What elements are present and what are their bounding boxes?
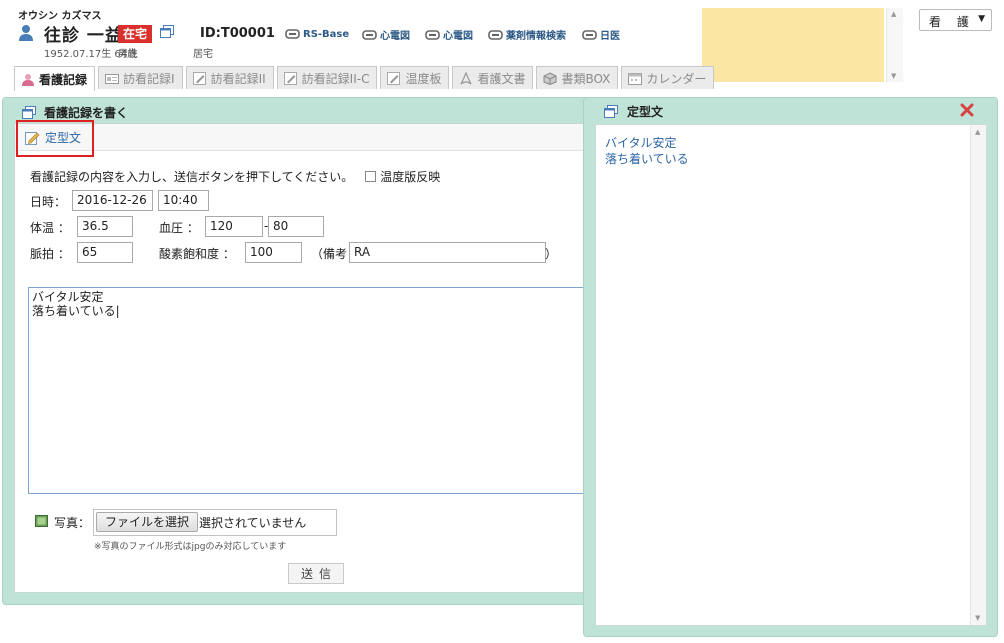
patient-kana: オウシン カズマス (18, 11, 102, 22)
patient-residence: 居宅 (193, 49, 213, 60)
pencil-icon (283, 71, 297, 85)
pulse-label: 脈拍 ： (30, 247, 70, 261)
scroll-down-icon[interactable]: ▼ (891, 72, 896, 80)
tab-visit-record-2[interactable]: 訪看記録II (185, 66, 274, 89)
close-icon[interactable] (960, 103, 974, 117)
tab-label: 訪看記録II (210, 71, 266, 86)
date-input[interactable]: 2016-12-26 (72, 190, 153, 211)
pulse-input[interactable]: 65 (77, 242, 133, 263)
window-icon (604, 105, 618, 118)
link-label: 心電図 (443, 31, 473, 42)
choose-file-button[interactable]: ファイルを選択 (96, 512, 199, 532)
tab-label: 訪看記録II-C (301, 71, 370, 86)
tab-bar: 看護記録 訪看記録I 訪看記録II 訪看記録II-C 温度板 看護文書 書類BO… (14, 66, 717, 91)
temperature-label: 体温 ： (30, 221, 70, 235)
card-icon (105, 73, 120, 84)
temperature-input[interactable]: 36.5 (77, 216, 133, 237)
temp-chart-label: 温度版反映 (380, 170, 441, 184)
chain-link-icon (362, 29, 377, 40)
temp-chart-checkbox[interactable] (365, 171, 377, 182)
panel-title: 看護記録を書く (22, 104, 128, 121)
time-input[interactable]: 10:40 (158, 190, 209, 211)
spo2-input[interactable]: 100 (245, 242, 302, 263)
memo-area[interactable] (702, 8, 884, 82)
file-status: 選択されていません (199, 516, 307, 530)
panel-title-text: 看護記録を書く (44, 106, 129, 120)
bp-diastolic-input[interactable]: 80 (268, 216, 324, 237)
note-input[interactable]: RA (349, 242, 546, 263)
pdf-icon (460, 71, 473, 84)
link-label: 薬剤情報検索 (506, 31, 566, 42)
template-phrase-item[interactable]: バイタル安定 (605, 134, 677, 151)
form-toolbar (15, 124, 589, 151)
tab-nursing-record[interactable]: 看護記録 (14, 66, 96, 91)
chain-link-icon (582, 29, 597, 40)
tab-visit-record-1[interactable]: 訪看記録I (98, 66, 183, 89)
role-select[interactable]: 看 護 ▼ (919, 9, 992, 31)
note-close-label: ） (545, 247, 558, 261)
instruction-row: 看護記録の内容を入力し、送信ボタンを押下してください。 温度版反映 (30, 168, 440, 185)
tab-label: 看護文書 (477, 71, 526, 86)
note-open-label: （備考 (311, 247, 348, 261)
template-list-scrollbar[interactable]: ▲ ▼ (970, 125, 986, 625)
nurse-icon (22, 73, 34, 86)
chain-link-icon (488, 29, 503, 40)
window-icon[interactable] (160, 25, 174, 39)
link-label: 心電図 (380, 31, 410, 42)
window-icon (22, 106, 36, 119)
tab-temperature-chart[interactable]: 温度板 (380, 66, 450, 89)
chain-link-icon (425, 29, 440, 40)
chevron-down-icon: ▼ (978, 14, 985, 24)
template-panel-title-text: 定型文 (627, 105, 664, 119)
tab-label: カレンダー (646, 71, 707, 86)
tab-label: 訪看記録I (123, 71, 175, 86)
datetime-label: 日時： (30, 195, 67, 209)
template-panel-title: 定型文 (604, 103, 663, 120)
send-button[interactable]: 送信 (288, 563, 344, 584)
memo-scrollbar[interactable]: ▲ ▼ (886, 8, 903, 82)
tab-label: 温度板 (405, 71, 442, 86)
tab-nursing-docs[interactable]: 看護文書 (452, 66, 534, 89)
link-drug-search[interactable]: 薬剤情報検索 (488, 27, 566, 42)
calendar-icon (628, 72, 643, 85)
file-format-note: ※写真のファイル形式はjpgのみ対応しています (94, 542, 287, 552)
instruction-text: 看護記録の内容を入力し、送信ボタンを押下してください。 (30, 170, 354, 184)
patient-name: 往診 一益 (44, 26, 123, 46)
template-phrase-list (595, 124, 986, 626)
pencil-icon (387, 71, 401, 85)
photo-label: 写真： (54, 516, 91, 530)
scroll-down-icon[interactable]: ▼ (975, 614, 980, 622)
photo-icon (35, 515, 48, 527)
tab-label: 看護記録 (39, 72, 88, 87)
template-phrase-item[interactable]: 落ち着いている (605, 150, 689, 167)
chain-link-icon (285, 29, 300, 39)
highlight-frame (16, 120, 94, 157)
link-label: RS-Base (303, 28, 350, 40)
tab-calendar[interactable]: カレンダー (621, 66, 715, 89)
box-icon (543, 71, 557, 85)
status-badge: 在宅 (118, 25, 153, 43)
user-icon (19, 25, 33, 41)
patient-id: ID:T00001 (200, 26, 275, 41)
pencil-icon (192, 71, 206, 85)
tab-document-box[interactable]: 書類BOX (536, 66, 619, 89)
spo2-label: 酸素飽和度 ： (159, 247, 235, 261)
link-rs-base[interactable]: RS-Base (285, 27, 349, 41)
patient-gender: 男性 (118, 49, 138, 60)
link-label: 日医 (600, 31, 620, 42)
link-ecg-2[interactable]: 心電図 (425, 27, 473, 42)
record-textarea[interactable]: バイタル安定 落ち着いている| (28, 287, 590, 494)
bp-systolic-input[interactable]: 120 (205, 216, 263, 237)
link-ecg-1[interactable]: 心電図 (362, 27, 410, 42)
scroll-up-icon[interactable]: ▲ (891, 10, 896, 18)
link-nichii[interactable]: 日医 (582, 27, 620, 42)
tab-label: 書類BOX (561, 71, 611, 86)
blood-pressure-label: 血圧 ： (159, 221, 199, 235)
tab-visit-record-2c[interactable]: 訪看記録II-C (276, 66, 378, 89)
role-select-value: 看 護 (929, 15, 975, 29)
scroll-up-icon[interactable]: ▲ (975, 128, 980, 136)
